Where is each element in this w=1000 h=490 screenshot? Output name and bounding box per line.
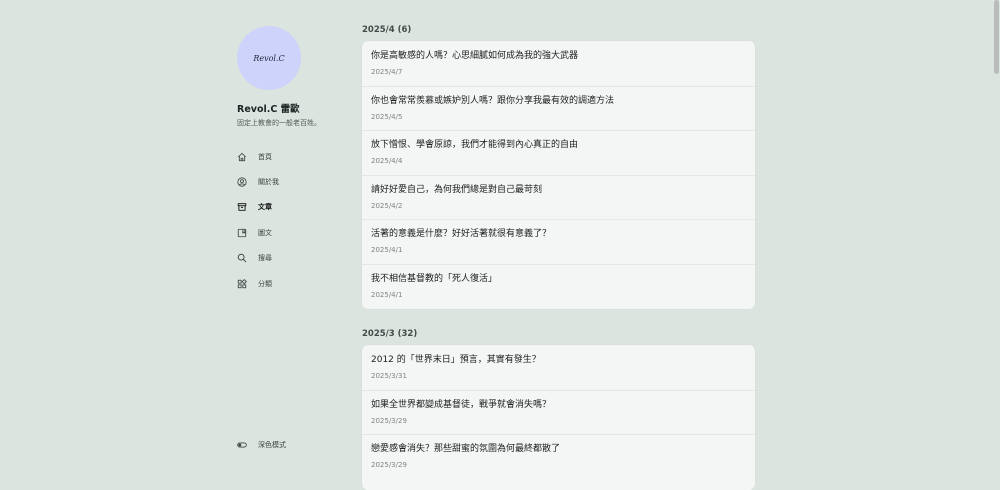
post-date: 2025/3/29 (371, 416, 407, 425)
search-icon (237, 253, 247, 263)
nav-item-about[interactable]: 關於我 (237, 169, 279, 194)
nav-item-posts[interactable]: 文章 (237, 195, 279, 220)
post-date: 2025/4/4 (371, 157, 403, 166)
post-item[interactable]: 請好好愛自己，為何我們總是對自己最苛刻 2025/4/2 (362, 174, 755, 220)
archive-icon (237, 202, 247, 212)
nav-item-home[interactable]: 首頁 (237, 144, 279, 169)
post-title[interactable]: 放下憎恨、學會原諒，我們才能得到內心真正的自由 (371, 139, 755, 151)
nav-item-search[interactable]: 搜尋 (237, 246, 279, 271)
month-post-list: 你是高敏感的人嗎？心思細膩如何成為我的強大武器 2025/4/7 你也會常常羨慕… (362, 41, 755, 309)
toggle-icon (237, 440, 247, 450)
post-title[interactable]: 你是高敏感的人嗎？心思細膩如何成為我的強大武器 (371, 50, 755, 62)
post-item[interactable]: 放下憎恨、學會原諒，我們才能得到內心真正的自由 2025/4/4 (362, 130, 755, 175)
post-title[interactable]: 如果全世界都變成基督徒，戰爭就會消失嗎？ (371, 399, 755, 411)
user-circle-icon (237, 177, 247, 187)
post-title[interactable]: 2012 的「世界末日」預言，其實有發生？ (371, 354, 755, 366)
post-item[interactable]: 2012 的「世界末日」預言，其實有發生？ 2025/3/31 (362, 345, 755, 390)
post-date: 2025/4/5 (371, 112, 403, 121)
post-title[interactable]: 你也會常常羨慕或嫉妒別人嗎？跟你分享我最有效的調適方法 (371, 95, 755, 107)
photo-icon (237, 228, 247, 238)
post-date: 2025/4/7 (371, 68, 403, 76)
avatar[interactable]: Revol.C (237, 26, 301, 90)
scrollbar-thumb[interactable] (994, 0, 999, 74)
nav-label: 搜尋 (258, 254, 272, 263)
avatar-text: Revol.C (253, 53, 285, 63)
nav-item-gallery[interactable]: 圖文 (237, 220, 279, 245)
post-item[interactable]: 你也會常常羨慕或嫉妒別人嗎？跟你分享我最有效的調適方法 2025/4/5 (362, 85, 755, 131)
app-window: Revol.C Revol.C 雷歐 固定上教會的一般老百姓。 首頁 關於我 文… (0, 0, 1000, 490)
post-item[interactable]: 我不相信基督教的「死人復活」 2025/4/1 (362, 263, 755, 309)
dark-mode-label: 深色模式 (258, 441, 286, 449)
post-date: 2025/3/29 (371, 461, 407, 470)
nav-label: 關於我 (258, 178, 279, 187)
nav-item-categories[interactable]: 分類 (237, 271, 279, 296)
post-item[interactable]: 你是高敏感的人嗎？心思細膩如何成為我的強大武器 2025/4/7 (362, 41, 755, 86)
month-heading: 2025/3 (32) (362, 329, 418, 339)
sidebar-nav: 首頁 關於我 文章 圖文 搜尋 分類 (237, 144, 279, 296)
post-title[interactable]: 戀愛感會消失？那些甜蜜的氛圍為何最終都散了 (371, 443, 755, 455)
post-date: 2025/4/2 (371, 201, 403, 210)
dark-mode-toggle[interactable]: 深色模式 (237, 440, 286, 450)
scrollbar[interactable] (992, 0, 1000, 484)
nav-label: 首頁 (258, 152, 272, 161)
nav-label: 圖文 (258, 228, 272, 237)
post-title[interactable]: 請好好愛自己，為何我們總是對自己最苛刻 (371, 184, 755, 196)
nav-label: 分類 (258, 279, 272, 288)
month-post-list: 2012 的「世界末日」預言，其實有發生？ 2025/3/31 如果全世界都變成… (362, 345, 755, 490)
post-item[interactable]: 活著的意義是什麼？好好活著就很有意義了？ 2025/4/1 (362, 219, 755, 264)
site-name[interactable]: Revol.C 雷歐 (237, 101, 300, 115)
nav-label: 文章 (258, 203, 272, 212)
categories-icon (237, 278, 247, 289)
post-item[interactable]: 戀愛感會消失？那些甜蜜的氛圍為何最終都散了 2025/3/29 (362, 434, 755, 479)
post-date: 2025/3/31 (371, 372, 407, 380)
sidebar: Revol.C Revol.C 雷歐 固定上教會的一般老百姓。 首頁 關於我 文… (237, 0, 357, 484)
home-icon (237, 152, 247, 162)
post-item[interactable]: 如果全世界都變成基督徒，戰爭就會消失嗎？ 2025/3/29 (362, 389, 755, 435)
month-heading: 2025/4 (6) (362, 25, 412, 35)
post-title[interactable]: 我不相信基督教的「死人復活」 (371, 273, 755, 285)
post-date: 2025/4/1 (371, 290, 403, 299)
post-title[interactable]: 活著的意義是什麼？好好活著就很有意義了？ (371, 228, 755, 240)
post-date: 2025/4/1 (371, 246, 403, 255)
site-description: 固定上教會的一般老百姓。 (237, 119, 321, 127)
